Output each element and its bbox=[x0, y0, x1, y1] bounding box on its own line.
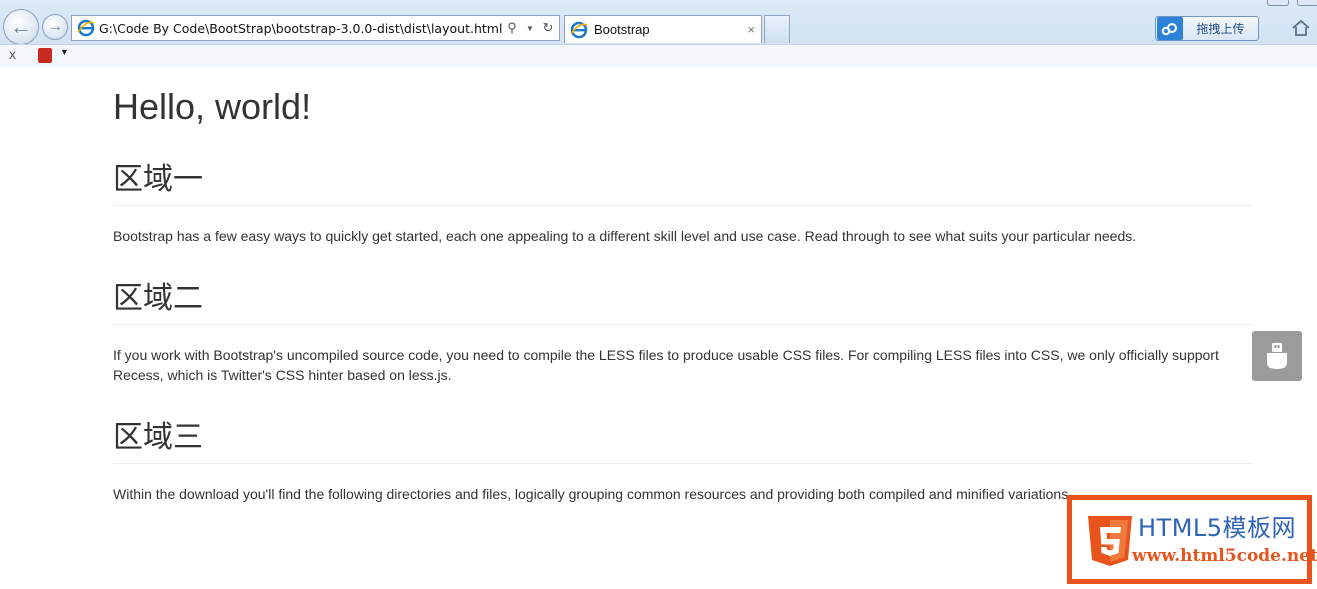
maximize-button[interactable] bbox=[1297, 0, 1317, 6]
close-toolbar-icon[interactable]: x bbox=[9, 46, 16, 62]
page-container: Hello, world! 区域一 Bootstrap has a few ea… bbox=[113, 67, 1253, 504]
new-tab-button[interactable] bbox=[764, 15, 790, 43]
forward-arrow-icon: → bbox=[47, 18, 63, 35]
section-2: 区域二 If you work with Bootstrap's uncompi… bbox=[113, 282, 1253, 385]
cloud-upload-icon bbox=[1157, 17, 1183, 40]
section-text: If you work with Bootstrap's uncompiled … bbox=[113, 346, 1219, 383]
address-bar[interactable]: G:\Code By Code\BootStrap\bootstrap-3.0.… bbox=[71, 15, 560, 41]
page-heading: Hello, world! bbox=[113, 86, 312, 127]
html5-shield-icon bbox=[1088, 516, 1132, 566]
html5code-watermark: HTML5模板网 www.html5code.net bbox=[1067, 495, 1317, 584]
tab-title: Bootstrap bbox=[594, 22, 650, 37]
section-3: 区域三 Within the download you'll find the … bbox=[113, 421, 1253, 504]
section-1: 区域一 Bootstrap has a few easy ways to qui… bbox=[113, 163, 1253, 246]
drag-upload-button[interactable]: 拖拽上传 bbox=[1155, 16, 1259, 41]
back-button[interactable]: ← bbox=[3, 9, 39, 45]
forward-button[interactable]: → bbox=[42, 14, 68, 40]
chevron-down-icon[interactable]: ▼ bbox=[60, 47, 69, 57]
usb-drive-widget[interactable] bbox=[1252, 331, 1302, 381]
ie-icon bbox=[570, 21, 588, 38]
address-url[interactable]: G:\Code By Code\BootStrap\bootstrap-3.0.… bbox=[99, 21, 505, 36]
browser-chrome: ← → G:\Code By Code\BootStrap\bootstrap-… bbox=[0, 0, 1317, 67]
command-bar: x ▼ bbox=[0, 44, 1317, 67]
search-icon[interactable]: ⚲ bbox=[505, 20, 519, 36]
browser-tab[interactable]: Bootstrap × bbox=[564, 15, 762, 43]
section-title: 区域三 bbox=[113, 421, 1253, 464]
back-arrow-icon: ← bbox=[10, 14, 32, 39]
pdf-icon[interactable] bbox=[38, 48, 52, 63]
ie-icon bbox=[77, 19, 95, 37]
section-title: 区域二 bbox=[113, 282, 1253, 325]
home-icon[interactable] bbox=[1290, 17, 1312, 39]
watermark-title: HTML5模板网 bbox=[1138, 514, 1297, 542]
section-title: 区域一 bbox=[113, 163, 1253, 206]
upload-label: 拖拽上传 bbox=[1196, 22, 1245, 36]
usb-drive-icon bbox=[1267, 343, 1287, 369]
watermark-url: www.html5code.net bbox=[1132, 546, 1317, 566]
minimize-button[interactable] bbox=[1267, 0, 1289, 6]
tab-close-icon[interactable]: × bbox=[747, 22, 755, 37]
refresh-icon[interactable]: ↻ bbox=[541, 20, 555, 36]
section-text: Bootstrap has a few easy ways to quickly… bbox=[113, 227, 1137, 244]
watermark-frame: HTML5模板网 www.html5code.net bbox=[1071, 499, 1317, 580]
dropdown-caret-icon[interactable]: ▼ bbox=[523, 24, 537, 33]
